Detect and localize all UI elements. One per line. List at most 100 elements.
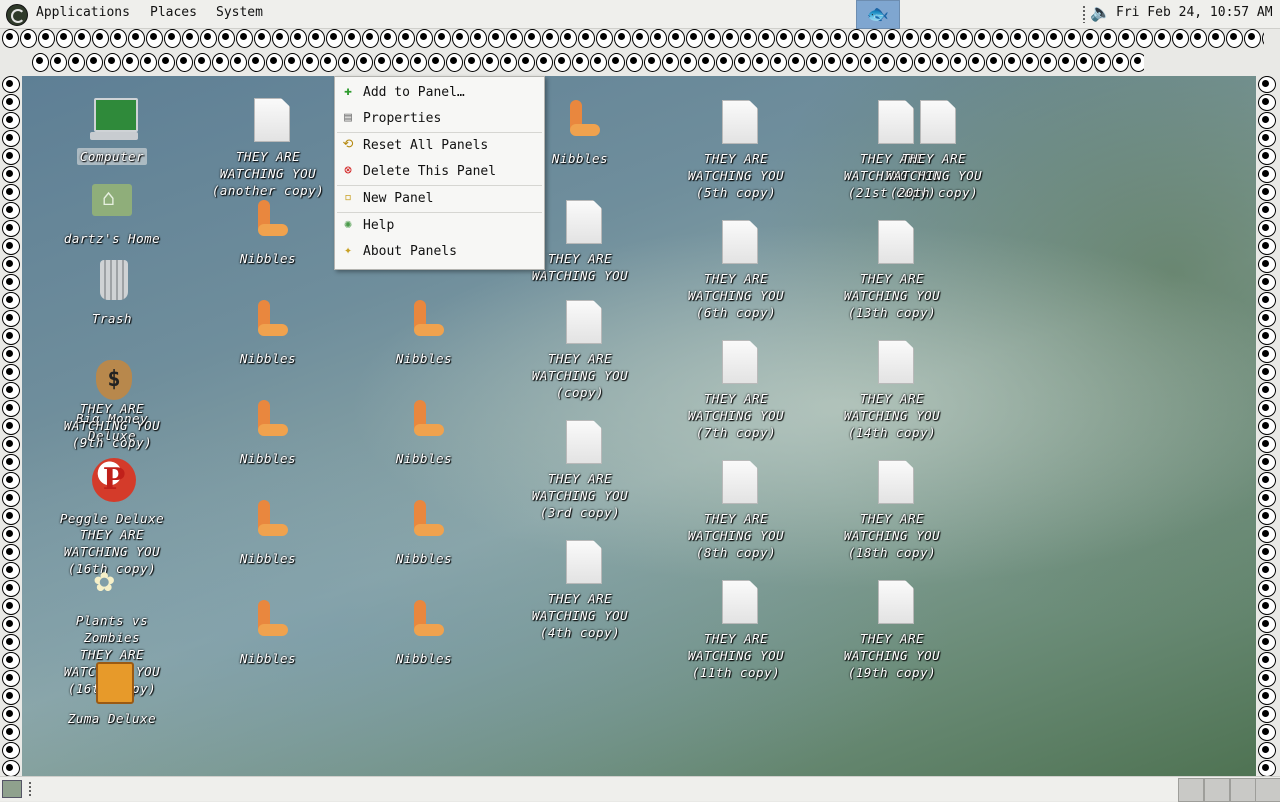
eye-icon [344, 29, 361, 48]
eye-icon [2, 562, 20, 579]
desktop-icon-nibbles[interactable]: Nibbles [208, 598, 328, 667]
eye-icon [2, 29, 19, 48]
panel-drag-handle[interactable] [28, 781, 32, 797]
nibbles-worm-icon [402, 498, 446, 544]
menu-item-about-panels[interactable]: ✦ About Panels [335, 240, 544, 264]
icon-label: Nibbles [239, 251, 297, 266]
eye-icon [68, 53, 85, 72]
show-desktop-icon[interactable] [2, 780, 22, 798]
eye-icon [518, 53, 535, 72]
desktop-icon-doc-copy[interactable]: THEY ARE WATCHING YOU (copy) [520, 298, 640, 401]
eye-icon [2, 166, 20, 183]
desktop[interactable]: Computer dartz's Home Trash Big Money De… [22, 76, 1256, 776]
desktop-icon-home[interactable]: dartz's Home [52, 178, 172, 247]
eye-icon [398, 29, 415, 48]
eye-icon [158, 53, 175, 72]
desktop-icon-doc-another[interactable]: THEY ARE WATCHING YOU (another copy) [208, 96, 328, 199]
eye-icon [590, 53, 607, 72]
clock[interactable]: Fri Feb 24, 10:57 AM [1116, 5, 1273, 20]
desktop-icon-nibbles[interactable]: Nibbles [364, 598, 484, 667]
desktop-icon-computer[interactable]: Computer [52, 96, 172, 165]
menu-item-new-panel[interactable]: ▫ New Panel [335, 187, 544, 211]
menu-separator [337, 132, 542, 133]
workspace-3-button[interactable] [1230, 778, 1256, 802]
eyes-applet-column-left [2, 76, 22, 776]
eye-icon [146, 29, 163, 48]
eye-icon [254, 29, 271, 48]
desktop-icon-doc-5th[interactable]: THEY ARE WATCHING YOU (5th copy) [676, 98, 796, 201]
speaker-icon[interactable]: 🔈 [1090, 3, 1111, 23]
workspace-1-button[interactable] [1178, 778, 1204, 802]
menu-item-properties[interactable]: ▤ Properties [335, 107, 544, 131]
menu-item-reset-all-panels[interactable]: ⟲ Reset All Panels [335, 134, 544, 158]
eye-icon [434, 29, 451, 48]
eye-icon [176, 53, 193, 72]
menu-item-add-to-panel[interactable]: ✚ Add to Panel… [335, 81, 544, 105]
eye-icon [1258, 364, 1276, 381]
peggle-icon [90, 458, 136, 504]
desktop-icon-doc-18th[interactable]: THEY ARE WATCHING YOU (18th copy) [832, 458, 952, 561]
icon-label: THEY ARE WATCHING YOU (18th copy) [843, 511, 941, 560]
desktop-icon-doc-11th[interactable]: THEY ARE WATCHING YOU (11th copy) [676, 578, 796, 681]
desktop-icon-nibbles[interactable]: Nibbles [364, 498, 484, 567]
desktop-icon-nibbles[interactable]: Nibbles [364, 298, 484, 367]
icon-label: THEY ARE WATCHING YOU (20th copy) [885, 151, 983, 200]
eye-icon [2, 616, 20, 633]
eye-icon [380, 29, 397, 48]
eye-icon [410, 53, 427, 72]
eye-icon [614, 29, 631, 48]
desktop-icon-nibbles[interactable]: Nibbles [208, 498, 328, 567]
eye-icon [560, 29, 577, 48]
distro-logo-icon[interactable] [6, 4, 28, 26]
computer-icon [90, 96, 138, 142]
desktop-icon-doc-8th[interactable]: THEY ARE WATCHING YOU (8th copy) [676, 458, 796, 561]
eye-icon [200, 29, 217, 48]
desktop-icon-doc-9th[interactable]: THEY ARE WATCHING YOU (9th copy) [52, 400, 172, 451]
desktop-icon-trash[interactable]: Trash [52, 258, 172, 327]
eye-icon [488, 29, 505, 48]
eye-icon [1208, 29, 1225, 48]
eye-icon [842, 53, 859, 72]
eye-icon [2, 256, 20, 273]
desktop-icon-nibbles[interactable]: Nibbles [364, 398, 484, 467]
plants-flower-icon [90, 560, 134, 606]
desktop-icon-peggle[interactable]: Peggle Deluxe [52, 458, 172, 527]
desktop-icon-doc-14th[interactable]: THEY ARE WATCHING YOU (14th copy) [832, 338, 952, 441]
desktop-icon-doc-20th[interactable]: THEY ARE WATCHING YOU (20th copy) [874, 98, 994, 201]
desktop-icon-doc-4th[interactable]: THEY ARE WATCHING YOU (4th copy) [520, 538, 640, 641]
eye-icon [308, 29, 325, 48]
eye-icon [374, 53, 391, 72]
eye-icon [1258, 436, 1276, 453]
eye-icon [932, 53, 949, 72]
eye-icon [1258, 148, 1276, 165]
eye-icon [2, 688, 20, 705]
desktop-icon-doc-13th[interactable]: THEY ARE WATCHING YOU (13th copy) [832, 218, 952, 321]
eye-icon [794, 29, 811, 48]
eye-icon [902, 29, 919, 48]
fish-launcher-button[interactable]: 🐟 [856, 0, 900, 29]
panel-drag-handle[interactable] [1082, 5, 1086, 23]
icon-label: THEY ARE WATCHING YOU (6th copy) [687, 271, 785, 320]
workspace-2-button[interactable] [1204, 778, 1230, 802]
star-icon: ✦ [344, 243, 352, 258]
desktop-icon-zuma[interactable]: Zuma Deluxe [52, 658, 172, 727]
desktop-icon-nibbles[interactable]: Nibbles [208, 298, 328, 367]
desktop-icon-nibbles[interactable]: Nibbles [208, 198, 328, 267]
menu-places[interactable]: Places [150, 5, 197, 20]
menu-applications[interactable]: Applications [36, 5, 130, 20]
workspace-4-button[interactable] [1255, 778, 1280, 802]
eye-icon [2, 472, 20, 489]
menu-item-help[interactable]: ✺ Help [335, 214, 544, 238]
eye-icon [1046, 29, 1063, 48]
menu-system[interactable]: System [216, 5, 263, 20]
desktop-icon-doc-3rd[interactable]: THEY ARE WATCHING YOU (3rd copy) [520, 418, 640, 521]
icon-label: THEY ARE WATCHING YOU (19th copy) [843, 631, 941, 680]
desktop-icon-doc-6th[interactable]: THEY ARE WATCHING YOU (6th copy) [676, 218, 796, 321]
desktop-icon-doc-7th[interactable]: THEY ARE WATCHING YOU (7th copy) [676, 338, 796, 441]
eye-icon [1226, 29, 1243, 48]
desktop-icon-doc-19th[interactable]: THEY ARE WATCHING YOU (19th copy) [832, 578, 952, 681]
eye-icon [812, 29, 829, 48]
desktop-icon-plants[interactable]: Plants vs Zombies [52, 560, 172, 646]
desktop-icon-nibbles[interactable]: Nibbles [208, 398, 328, 467]
menu-item-delete-this-panel[interactable]: ⊗ Delete This Panel [335, 160, 544, 184]
